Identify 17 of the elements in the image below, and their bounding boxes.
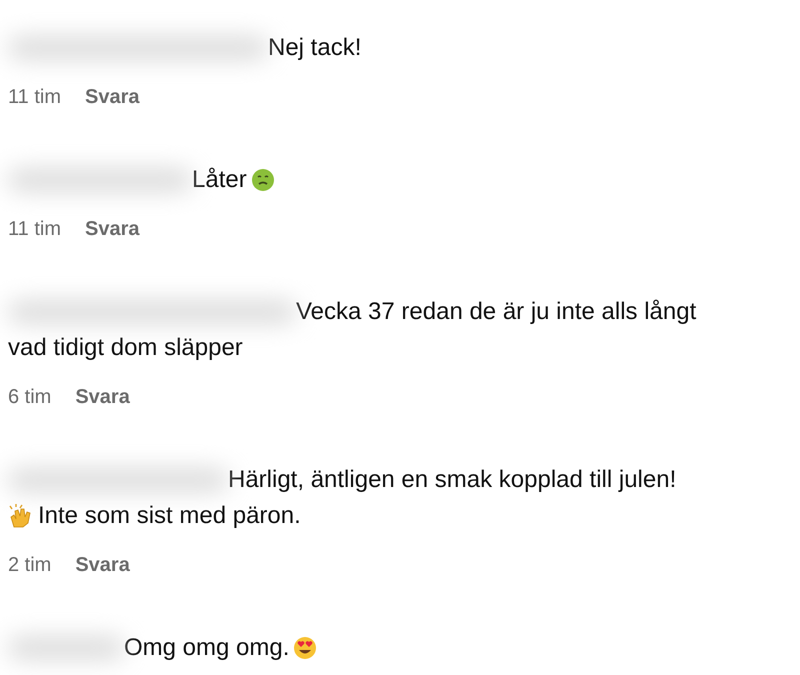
- comment-text: vad tidigt dom släpper: [8, 333, 243, 363]
- reply-link[interactable]: Svara: [75, 550, 130, 580]
- reply-link[interactable]: Svara: [84, 82, 140, 112]
- comment-text: Nej tack!: [268, 33, 362, 63]
- comment-time: 11 tim: [8, 85, 61, 110]
- comment-text: Vecka 37 redan de är ju inte alls långt: [296, 297, 696, 327]
- sick-face-icon: [250, 168, 275, 192]
- comment-time: 2 tim: [8, 553, 52, 578]
- reply-link[interactable]: Svara: [75, 382, 130, 412]
- comment-time: 6 tim: [8, 385, 52, 410]
- reply-link[interactable]: Svara: [84, 214, 140, 244]
- comment-text: Härligt, äntligen en smak kopplad till julen!: [228, 465, 676, 495]
- heart-eyes-face-icon: [293, 636, 318, 660]
- comment-text: Låter: [192, 165, 247, 195]
- comment-text: Omg omg omg.: [124, 633, 290, 663]
- comment-text: Inte som sist med päron.: [38, 501, 301, 531]
- comment-time: 11 tim: [8, 217, 61, 242]
